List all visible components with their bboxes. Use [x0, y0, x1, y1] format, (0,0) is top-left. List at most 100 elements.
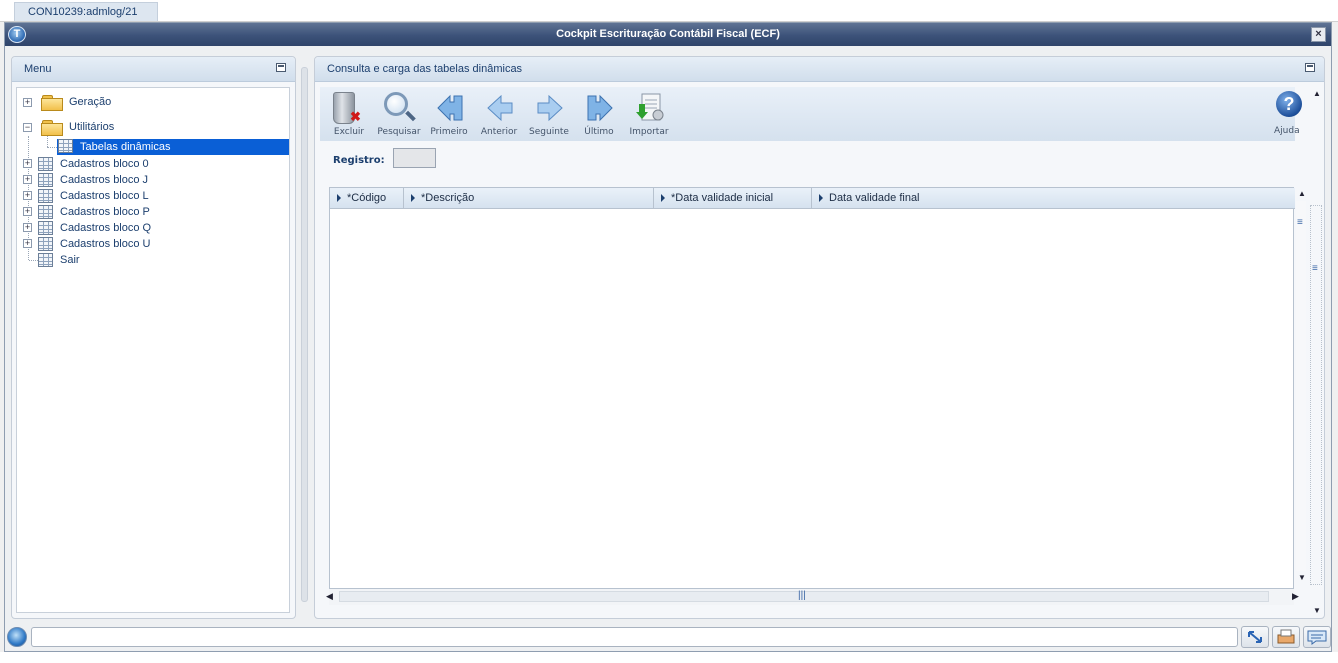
button-label: Ajuda	[1274, 126, 1300, 136]
scroll-right-icon[interactable]: ▶	[1292, 591, 1299, 602]
content-minimize-button[interactable]	[1305, 63, 1315, 72]
scroll-track[interactable]	[1296, 201, 1306, 571]
first-arrow-icon	[437, 94, 463, 122]
menu-item-utilitarios[interactable]: − Utilitários	[17, 118, 287, 136]
seguinte-button[interactable]: Seguinte	[524, 90, 574, 140]
menu-item-label: Utilitários	[69, 121, 115, 133]
menu-item-cadastros-bloco-j[interactable]: + Cadastros bloco J	[17, 172, 287, 188]
session-tab[interactable]: CON10239:admlog/21	[14, 2, 158, 21]
grid-horizontal-scrollbar[interactable]: ◀ ||| ▶	[326, 589, 1299, 605]
panel-splitter[interactable]	[301, 67, 308, 602]
folder-icon	[41, 94, 63, 111]
collapse-icon[interactable]: −	[23, 123, 32, 132]
menu-item-cadastros-bloco-q[interactable]: + Cadastros bloco Q	[17, 220, 287, 236]
button-label: Importar	[629, 127, 669, 137]
status-bar	[4, 626, 1332, 650]
menu-item-label: Sair	[60, 254, 80, 266]
print-button[interactable]	[1272, 626, 1300, 648]
menu-item-label: Geração	[69, 96, 112, 108]
status-logo-icon[interactable]	[7, 627, 27, 647]
window-title: Cockpit Escrituração Contábil Fiscal (EC…	[556, 28, 780, 40]
printer-icon	[1277, 629, 1295, 644]
scroll-up-icon[interactable]: ▲	[1313, 89, 1321, 98]
delete-mark-icon: ✖	[350, 109, 361, 124]
menu-item-label: Cadastros bloco J	[60, 174, 149, 186]
scroll-up-icon[interactable]: ▲	[1298, 189, 1306, 198]
resize-icon	[1248, 631, 1262, 643]
scroll-thumb[interactable]	[1310, 205, 1322, 585]
menu-panel-header: Menu	[12, 57, 295, 82]
expand-icon[interactable]: +	[23, 191, 32, 200]
button-label: Primeiro	[430, 127, 468, 137]
menu-item-cadastros-bloco-p[interactable]: + Cadastros bloco P	[17, 204, 287, 220]
table-icon	[58, 139, 73, 153]
menu-item-label: Cadastros bloco Q	[60, 222, 152, 234]
expand-icon[interactable]: +	[23, 98, 32, 107]
column-header-descricao[interactable]: *Descrição	[404, 188, 654, 209]
scroll-left-icon[interactable]: ◀	[326, 591, 333, 602]
expand-icon[interactable]: +	[23, 175, 32, 184]
table-icon	[38, 173, 53, 187]
search-handle-icon	[405, 110, 416, 122]
expand-icon[interactable]: +	[23, 207, 32, 216]
close-button[interactable]: ×	[1311, 27, 1326, 42]
column-header-data-inicial[interactable]: *Data validade inicial	[654, 188, 812, 209]
button-label: Excluir	[333, 127, 365, 137]
main-window: T Cockpit Escrituração Contábil Fiscal (…	[4, 22, 1332, 652]
table-icon	[38, 189, 53, 203]
expand-icon[interactable]: +	[23, 239, 32, 248]
menu-title: Menu	[24, 63, 52, 75]
menu-item-sair[interactable]: Sair	[17, 252, 287, 268]
tree-connector	[47, 136, 48, 147]
app-logo-icon: T	[8, 26, 26, 43]
column-header-codigo[interactable]: *Código	[330, 188, 404, 209]
importar-button[interactable]: Importar	[624, 90, 674, 140]
status-message-field	[31, 627, 1238, 647]
tab-strip: CON10239:admlog/21	[0, 0, 1338, 22]
scroll-down-icon[interactable]: ▼	[1298, 573, 1306, 582]
table-icon	[38, 237, 53, 251]
pesquisar-button[interactable]: Pesquisar	[374, 90, 424, 140]
button-label: Último	[584, 127, 614, 137]
content-title: Consulta e carga das tabelas dinâmicas	[327, 63, 523, 75]
chat-icon	[1307, 630, 1327, 645]
menu-item-geracao[interactable]: + Geração	[17, 93, 287, 111]
ultimo-button[interactable]: Último	[574, 90, 624, 140]
table-icon	[38, 221, 53, 235]
button-label: Anterior	[480, 127, 518, 137]
menu-item-label: Tabelas dinâmicas	[80, 141, 171, 153]
ajuda-button[interactable]: ? Ajuda	[1262, 89, 1302, 139]
registro-input[interactable]	[393, 148, 436, 168]
table-icon	[38, 253, 53, 267]
data-grid: *Código *Descrição *Data validade inicia…	[329, 187, 1295, 589]
table-icon	[38, 205, 53, 219]
menu-item-tabelas-dinamicas[interactable]: Tabelas dinâmicas	[57, 139, 289, 155]
content-panel-header: Consulta e carga das tabelas dinâmicas	[315, 57, 1324, 82]
table-icon	[38, 157, 53, 171]
button-label: Pesquisar	[377, 127, 421, 137]
content-panel: Consulta e carga das tabelas dinâmicas ✖…	[314, 56, 1325, 619]
registro-label: Registro:	[333, 155, 385, 166]
expand-icon[interactable]: +	[23, 159, 32, 168]
bottom-strip	[0, 652, 1338, 663]
resize-button[interactable]	[1241, 626, 1269, 648]
grid-vertical-scrollbar[interactable]: ▲ ≡ ▼	[1295, 187, 1307, 589]
content-vertical-scrollbar[interactable]: ▲ ≡ ▼	[1308, 87, 1324, 617]
expand-icon[interactable]: +	[23, 223, 32, 232]
help-icon: ?	[1276, 91, 1302, 117]
scroll-down-icon[interactable]: ▼	[1313, 606, 1321, 615]
menu-panel: Menu + Geração − Utilitários Tabelas din…	[11, 56, 296, 619]
menu-minimize-button[interactable]	[276, 63, 286, 72]
column-header-data-final[interactable]: Data validade final	[812, 188, 1295, 209]
menu-item-cadastros-bloco-u[interactable]: + Cadastros bloco U	[17, 236, 287, 252]
tree-connector	[47, 147, 57, 148]
import-icon	[636, 93, 664, 121]
anterior-button[interactable]: Anterior	[474, 90, 524, 140]
scroll-grip-icon: |||	[798, 590, 806, 601]
messages-button[interactable]	[1303, 626, 1331, 648]
menu-item-label: Cadastros bloco 0	[60, 158, 149, 170]
primeiro-button[interactable]: Primeiro	[424, 90, 474, 140]
excluir-button[interactable]: ✖ Excluir	[324, 90, 374, 140]
menu-item-cadastros-bloco-l[interactable]: + Cadastros bloco L	[17, 188, 287, 204]
menu-item-cadastros-bloco-0[interactable]: + Cadastros bloco 0	[17, 156, 287, 172]
